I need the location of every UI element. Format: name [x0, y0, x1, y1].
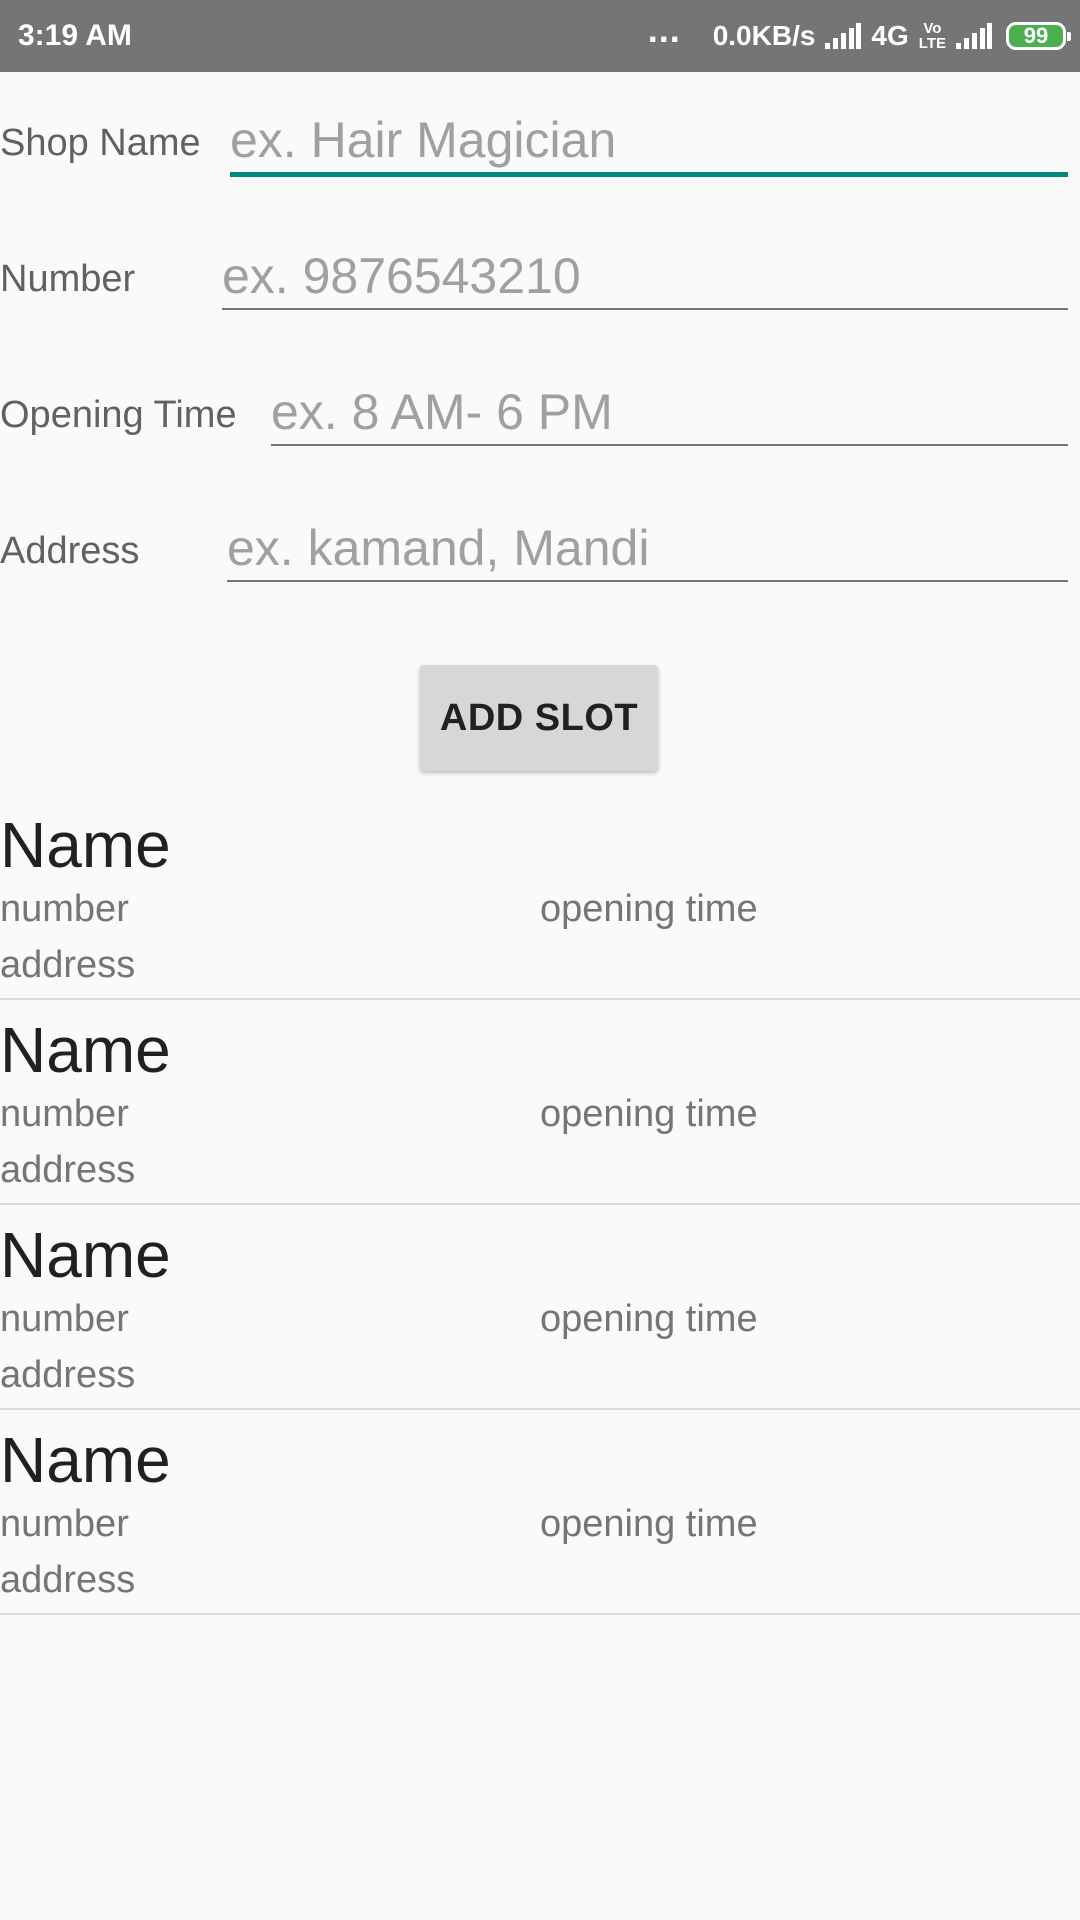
slot-number: number [0, 1298, 129, 1340]
address-input[interactable] [227, 516, 1068, 582]
slot-opening-time: opening time [540, 1503, 758, 1545]
opening-time-row: Opening Time [0, 372, 1080, 472]
volte-top-label: Vo [923, 20, 942, 37]
signal-icon [825, 23, 862, 49]
shop-name-label: Shop Name [0, 122, 201, 164]
slot-name: Name [0, 1219, 171, 1291]
slot-opening-time: opening time [540, 1093, 758, 1135]
slot-address: address [0, 944, 136, 986]
slot-opening-time: opening time [540, 1298, 758, 1340]
battery-level: 99 [1023, 23, 1049, 48]
slot-number: number [0, 1093, 129, 1135]
opening-time-input[interactable] [271, 380, 1068, 446]
slot-opening-time: opening time [540, 888, 758, 930]
address-label: Address [0, 530, 140, 572]
address-row: Address [0, 508, 1080, 608]
slot-name: Name [0, 1424, 171, 1496]
slot-name: Name [0, 1014, 171, 1086]
status-bar: 3:19 AM ... 0.0KB/s 4G Vo LTE 99 [0, 0, 1080, 72]
slot-number: number [0, 1503, 129, 1545]
more-notifications-icon: ... [647, 9, 681, 50]
slot-name: Name [0, 809, 171, 881]
slot-number: number [0, 888, 129, 930]
number-label: Number [0, 258, 136, 300]
slot-address: address [0, 1149, 136, 1191]
slot-address: address [0, 1354, 136, 1396]
shop-name-row: Shop Name [0, 100, 1080, 200]
status-icons: ... 0.0KB/s 4G Vo LTE 99 [647, 0, 1071, 72]
shop-name-input[interactable] [230, 108, 1068, 177]
list-item[interactable]: Name number opening time address [0, 1410, 1080, 1615]
opening-time-label: Opening Time [0, 394, 237, 436]
add-slot-button[interactable]: ADD SLOT [420, 665, 658, 771]
volte-icon: Vo LTE [919, 21, 946, 51]
status-time: 3:19 AM [18, 19, 132, 52]
number-input[interactable] [222, 244, 1068, 310]
network-type: 4G [871, 20, 909, 51]
battery-icon: 99 [1006, 22, 1071, 50]
slot-list: Name number opening time address Name nu… [0, 795, 1080, 1615]
list-item[interactable]: Name number opening time address [0, 1000, 1080, 1205]
slot-address: address [0, 1559, 136, 1601]
signal-icon [956, 23, 992, 49]
number-row: Number [0, 236, 1080, 336]
volte-bottom-label: LTE [918, 35, 946, 52]
list-item[interactable]: Name number opening time address [0, 1205, 1080, 1410]
network-speed: 0.0KB/s [712, 20, 816, 51]
list-item[interactable]: Name number opening time address [0, 795, 1080, 1000]
